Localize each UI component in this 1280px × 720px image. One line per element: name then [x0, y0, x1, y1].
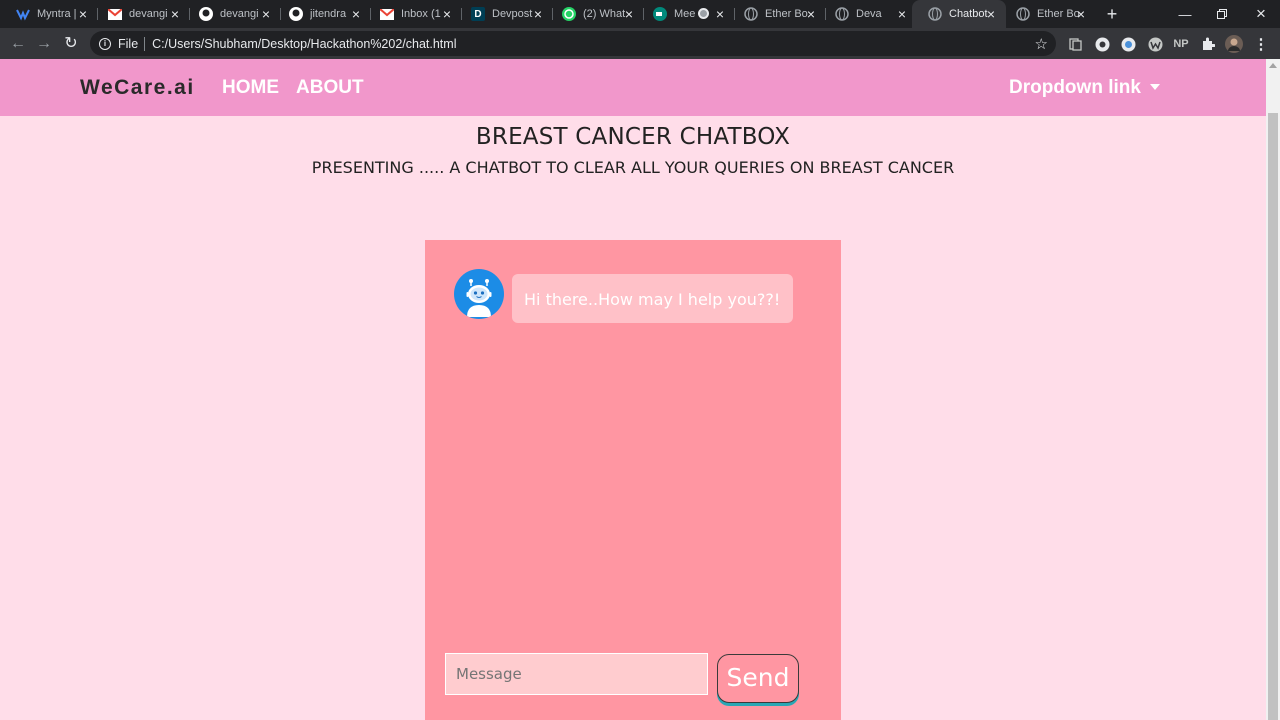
browser-menu-icon[interactable]: ⋮	[1252, 35, 1270, 53]
close-tab-icon[interactable]: ×	[168, 7, 182, 21]
browser-tab[interactable]: Deva ×	[819, 0, 917, 28]
browser-toolbar: ← → ↻ i File C:/Users/Shubham/Desktop/Ha…	[0, 28, 1280, 59]
browser-tab[interactable]: Ether Bo ×	[728, 0, 826, 28]
globe-icon	[1016, 7, 1030, 21]
globe-icon	[928, 7, 942, 21]
minimize-button[interactable]: —	[1166, 0, 1204, 28]
gmail-icon	[380, 7, 394, 21]
extension-w-icon[interactable]	[1146, 35, 1164, 53]
send-button[interactable]: Send	[717, 654, 799, 703]
address-divider	[144, 36, 146, 51]
message-input[interactable]	[445, 653, 708, 695]
site-brand[interactable]: WeCare.ai	[80, 76, 195, 100]
browser-tab[interactable]: D Devpost ×	[455, 0, 553, 28]
page-scrollbar[interactable]	[1266, 59, 1280, 720]
close-tab-icon[interactable]: ×	[804, 7, 818, 21]
tab-search-icon[interactable]	[1066, 35, 1084, 53]
caret-down-icon	[1149, 84, 1160, 90]
extension-np-icon[interactable]: NP	[1172, 35, 1190, 53]
bookmark-star-icon[interactable]: ☆	[1035, 35, 1048, 53]
forward-button[interactable]: →	[34, 34, 54, 54]
browser-tab[interactable]: devangi ×	[92, 0, 190, 28]
bot-message-bubble: Hi there..How may I help you??!	[512, 274, 793, 323]
page-content: WeCare.ai HOME ABOUT Dropdown link BREAS…	[0, 59, 1266, 720]
recording-icon	[698, 8, 709, 19]
scrollbar-thumb[interactable]	[1268, 113, 1278, 720]
dropdown-label: Dropdown link	[1009, 77, 1141, 98]
reload-button[interactable]: ↻	[61, 34, 81, 54]
back-button[interactable]: ←	[8, 34, 28, 54]
close-window-button[interactable]: ×	[1242, 0, 1280, 28]
site-navbar: WeCare.ai HOME ABOUT Dropdown link	[0, 59, 1266, 116]
scroll-up-arrow-icon[interactable]	[1269, 63, 1277, 68]
browser-tab-strip: Myntra | × devangi × devangi × jitendra …	[0, 0, 1280, 28]
close-tab-icon[interactable]: ×	[531, 7, 545, 21]
browser-tab[interactable]: Myntra | ×	[0, 0, 98, 28]
extensions-puzzle-icon[interactable]	[1199, 35, 1217, 53]
close-tab-icon[interactable]: ×	[76, 7, 90, 21]
address-url[interactable]: C:/Users/Shubham/Desktop/Hackathon%202/c…	[152, 37, 456, 51]
browser-tab-active[interactable]: Chatbot ×	[912, 0, 1006, 28]
globe-icon	[835, 7, 849, 21]
maximize-button[interactable]	[1203, 0, 1241, 28]
whatsapp-icon	[562, 7, 576, 21]
browser-tab[interactable]: Ether Bo ×	[1000, 0, 1096, 28]
github-icon	[289, 7, 303, 21]
meet-icon	[653, 7, 667, 21]
extension-browser-icon[interactable]	[1119, 35, 1137, 53]
close-tab-icon[interactable]: ×	[349, 7, 363, 21]
close-tab-icon[interactable]: ×	[895, 7, 909, 21]
bot-avatar-icon	[454, 269, 504, 319]
github-icon	[199, 7, 213, 21]
nav-dropdown-toggle[interactable]: Dropdown link	[1009, 77, 1160, 99]
page-title: BREAST CANCER CHATBOX	[475, 124, 791, 150]
nav-link-home[interactable]: HOME	[222, 77, 279, 99]
close-tab-icon[interactable]: ×	[984, 7, 998, 21]
new-tab-button[interactable]: +	[1102, 4, 1122, 24]
info-icon[interactable]: i	[99, 37, 111, 50]
close-tab-icon[interactable]: ×	[1074, 7, 1088, 21]
browser-tab[interactable]: Mee ×	[637, 0, 735, 28]
close-tab-icon[interactable]: ×	[440, 7, 454, 21]
nav-link-about[interactable]: ABOUT	[296, 77, 364, 99]
address-scheme-label: File	[118, 36, 139, 51]
globe-icon	[744, 7, 758, 21]
close-tab-icon[interactable]: ×	[622, 7, 636, 21]
myntra-icon	[16, 7, 30, 21]
close-tab-icon[interactable]: ×	[713, 7, 727, 21]
address-bar[interactable]: i File C:/Users/Shubham/Desktop/Hackatho…	[90, 31, 1056, 56]
devpost-icon: D	[471, 7, 485, 21]
browser-tab[interactable]: jitendra ×	[273, 0, 371, 28]
profile-avatar[interactable]	[1225, 35, 1243, 53]
page-subtitle: PRESENTING ..... A CHATBOT TO CLEAR ALL …	[311, 158, 955, 177]
chat-window: Hi there..How may I help you??! Send	[425, 240, 841, 720]
browser-tab[interactable]: Inbox (1 ×	[364, 0, 462, 28]
browser-tab[interactable]: devangi ×	[183, 0, 281, 28]
extension-circle-icon[interactable]	[1093, 35, 1111, 53]
browser-tab[interactable]: (2) What ×	[546, 0, 644, 28]
gmail-icon	[108, 7, 122, 21]
close-tab-icon[interactable]: ×	[259, 7, 273, 21]
